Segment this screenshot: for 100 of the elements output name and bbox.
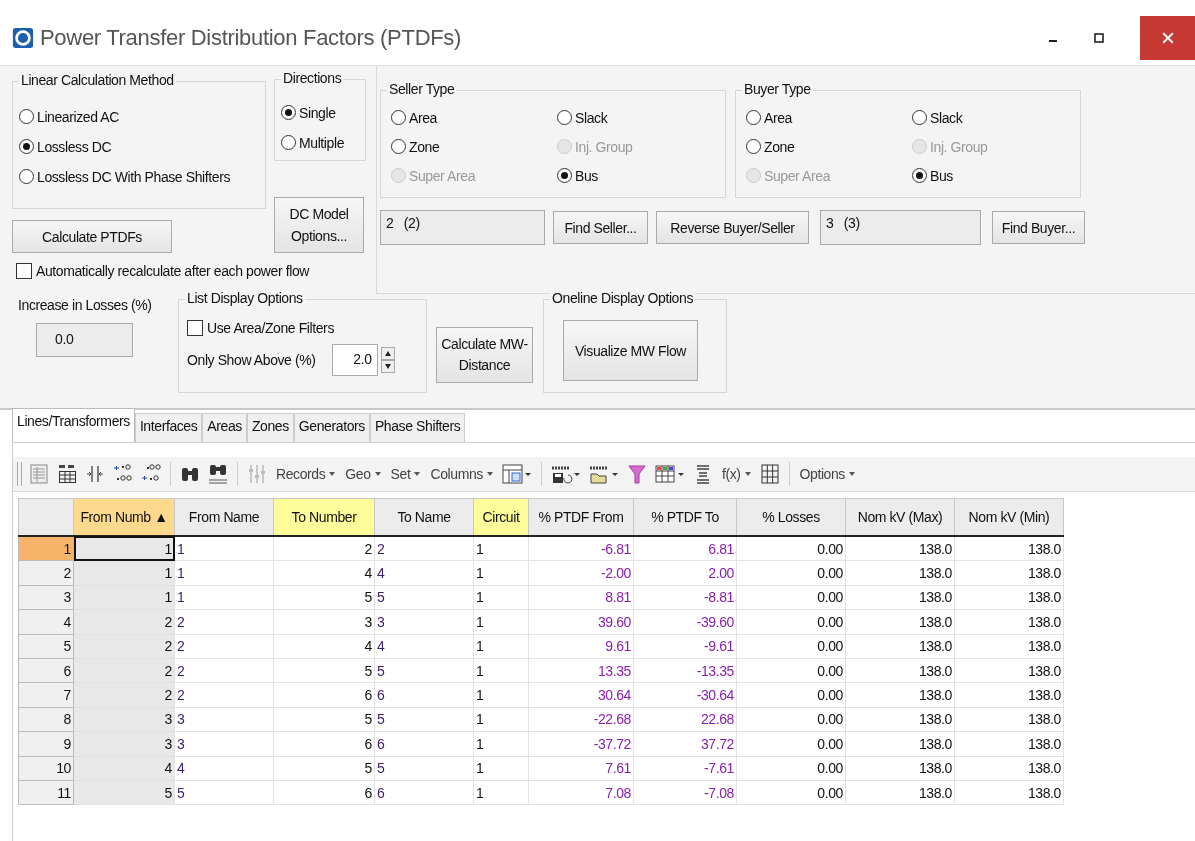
- radio-label: Inj. Group: [930, 138, 988, 155]
- row-header[interactable]: 6: [18, 658, 74, 683]
- radio-button[interactable]: [912, 168, 927, 183]
- table-cell: 138.0: [845, 609, 955, 635]
- tab[interactable]: Lines/Transformers: [12, 408, 135, 442]
- row-header[interactable]: 9: [18, 731, 74, 756]
- radio-button[interactable]: [391, 139, 406, 154]
- radio-label: Lossless DC With Phase Shifters: [37, 168, 230, 185]
- radio-label: Super Area: [764, 167, 831, 184]
- menu-button[interactable]: Geo: [343, 466, 383, 482]
- column-header[interactable]: Nom kV (Max): [845, 498, 955, 536]
- table-cell: 1: [473, 780, 529, 805]
- tab[interactable]: Interfaces: [134, 413, 203, 442]
- radio-button[interactable]: [19, 169, 34, 184]
- close-button[interactable]: [1140, 15, 1195, 60]
- radio-button[interactable]: [557, 168, 572, 183]
- find-seller-button[interactable]: Find Seller...: [553, 211, 648, 244]
- column-header[interactable]: % PTDF To: [633, 498, 737, 536]
- row-header[interactable]: 11: [18, 780, 74, 805]
- menu-button[interactable]: Set: [388, 466, 423, 482]
- spinner-icon[interactable]: [380, 347, 395, 373]
- layout-icon[interactable]: [500, 462, 533, 486]
- column-header[interactable]: Nom kV (Min): [954, 498, 1064, 536]
- row-header[interactable]: 5: [18, 634, 74, 659]
- binoculars-icon[interactable]: [207, 462, 229, 486]
- reverse-button[interactable]: Reverse Buyer/Seller: [656, 211, 809, 244]
- grid-icon[interactable]: [653, 462, 686, 486]
- column-header[interactable]: To Number: [273, 498, 375, 536]
- menu-button[interactable]: Records: [274, 466, 338, 482]
- tab[interactable]: Generators: [293, 413, 370, 442]
- radio-label: Slack: [575, 109, 608, 126]
- column-header[interactable]: % Losses: [736, 498, 846, 536]
- tab[interactable]: Phase Shifters: [369, 413, 466, 442]
- row-header[interactable]: 10: [18, 756, 74, 781]
- buyer-field[interactable]: 3 (3): [820, 210, 981, 245]
- calculate-mw-distance-button[interactable]: Calculate MW-Distance: [436, 327, 533, 383]
- row-header[interactable]: 8: [18, 707, 74, 732]
- radio-button[interactable]: [557, 110, 572, 125]
- visualize-button[interactable]: Visualize MW Flow: [563, 320, 698, 381]
- table-icon[interactable]: [56, 462, 78, 486]
- calculate-button[interactable]: Calculate PTDFs: [12, 220, 172, 253]
- radio-button[interactable]: [746, 139, 761, 154]
- row-header[interactable]: 3: [18, 585, 74, 610]
- column-header[interactable]: % PTDF From: [528, 498, 634, 536]
- menu-button[interactable]: f(x): [719, 466, 753, 482]
- table-cell: 5: [374, 707, 474, 732]
- radio-button[interactable]: [281, 135, 296, 150]
- column-header[interactable]: From Numb ▲: [73, 498, 175, 536]
- row-header[interactable]: 7: [18, 682, 74, 708]
- radio-button[interactable]: [19, 139, 34, 154]
- find-buyer-button[interactable]: Find Buyer...: [992, 211, 1085, 244]
- table-cell: 2: [73, 634, 175, 659]
- checkbox[interactable]: [187, 320, 203, 336]
- radio-label: Lossless DC: [37, 138, 112, 155]
- radio-button[interactable]: [746, 110, 761, 125]
- table-cell: 0.00: [736, 609, 846, 635]
- table-cell: 3: [73, 707, 175, 732]
- table-cell: 138.0: [954, 658, 1064, 683]
- funnel-icon[interactable]: [625, 462, 648, 486]
- radio-button[interactable]: [912, 110, 927, 125]
- row-header[interactable]: 1: [18, 536, 74, 561]
- row-header[interactable]: 4: [18, 609, 74, 635]
- radio-button[interactable]: [281, 105, 296, 120]
- menu-button[interactable]: Columns: [428, 466, 495, 482]
- threshold-field[interactable]: 2.0: [331, 344, 378, 376]
- group-title: Linear Calculation Method: [19, 72, 176, 88]
- sliders-icon[interactable]: [246, 462, 268, 486]
- maximize-icon[interactable]: [1094, 32, 1104, 43]
- column-header[interactable]: To Name: [374, 498, 474, 536]
- table-cell: 5: [73, 780, 175, 805]
- table-cell: 138.0: [845, 756, 955, 781]
- losses-field: 0.0: [36, 323, 133, 357]
- table-cell: 5: [174, 780, 274, 805]
- table-cell: 1: [473, 682, 529, 708]
- table-cell: -37.72: [528, 731, 634, 756]
- row-header[interactable]: 2: [18, 560, 74, 586]
- table-cell: 138.0: [954, 707, 1064, 732]
- dc-model-options-button[interactable]: DC Model Options...: [274, 197, 364, 253]
- table-cell: 1: [73, 536, 175, 561]
- table-cell: 3: [374, 609, 474, 635]
- table-cell: 1: [473, 585, 529, 610]
- seller-field[interactable]: 2 (2): [380, 210, 545, 245]
- column-header[interactable]: From Name: [174, 498, 274, 536]
- table-cell: 138.0: [845, 707, 955, 732]
- checkbox[interactable]: [16, 263, 32, 279]
- table-cell: 138.0: [845, 634, 955, 659]
- group-title: Oneline Display Options: [550, 290, 695, 306]
- table-cell: -7.61: [633, 756, 737, 781]
- grid-icon[interactable]: [758, 462, 781, 486]
- menu-button[interactable]: Options: [797, 466, 857, 482]
- table-cell: 138.0: [954, 560, 1064, 586]
- tab[interactable]: Areas: [202, 413, 247, 442]
- column-header[interactable]: Circuit: [473, 498, 529, 536]
- radio-button[interactable]: [19, 109, 34, 124]
- table-cell: 138.0: [954, 585, 1064, 610]
- tab[interactable]: Zones: [246, 413, 294, 442]
- table-cell: 4: [273, 634, 375, 659]
- table-cell: 0.00: [736, 560, 846, 586]
- table-cell: 6: [273, 731, 375, 756]
- radio-button[interactable]: [391, 110, 406, 125]
